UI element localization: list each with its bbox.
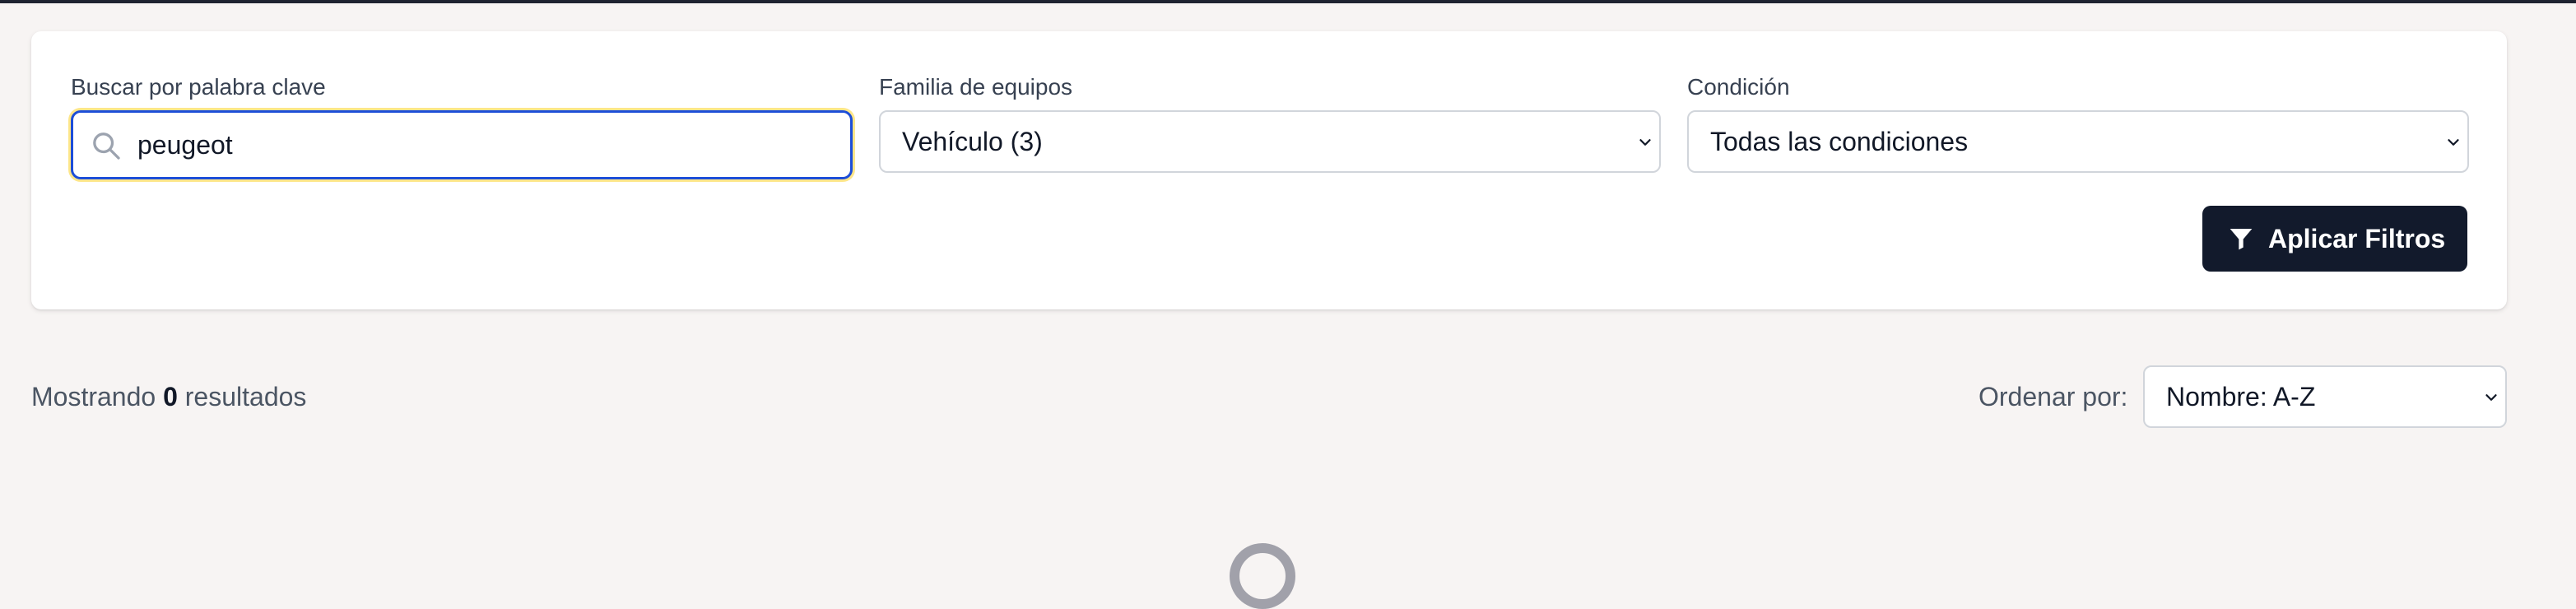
results-prefix: Mostrando [31,382,156,411]
apply-filters-button[interactable]: Aplicar Filtros [2202,206,2467,272]
keyword-search-field[interactable] [71,110,853,179]
condition-selected-value: Todas las condiciones [1710,127,1969,156]
keyword-label: Buscar por palabra clave [71,74,326,100]
apply-filters-label: Aplicar Filtros [2268,224,2446,253]
results-count: 0 [163,382,178,411]
family-label: Familia de equipos [879,74,1073,100]
condition-label: Condición [1687,74,1790,100]
family-select[interactable]: Vehículo (3) [879,110,1661,173]
search-icon [93,132,120,160]
loading-spinner-icon [1230,543,1295,609]
keyword-input[interactable] [137,113,829,177]
family-selected-value: Vehículo (3) [902,127,1043,156]
sort-label: Ordenar por: [1978,382,2128,411]
funnel-icon [2230,229,2253,250]
results-count-text: Mostrando 0 resultados [31,380,306,413]
chevron-down-icon [2485,394,2497,401]
chevron-down-icon [1639,139,1651,146]
top-bar [0,0,2576,3]
results-suffix: resultados [184,382,307,411]
sort-selected-value: Nombre: A-Z [2166,382,2316,411]
sort-select[interactable]: Nombre: A-Z [2143,365,2507,428]
chevron-down-icon [2448,139,2459,146]
condition-select[interactable]: Todas las condiciones [1687,110,2469,173]
